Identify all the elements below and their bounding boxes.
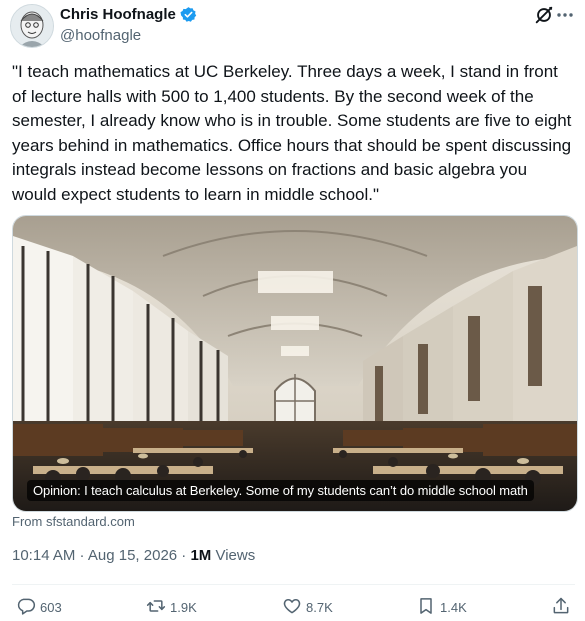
- views-count: 1M: [190, 547, 212, 564]
- bookmark-count: 1.4K: [440, 600, 467, 615]
- share-icon: [551, 596, 571, 619]
- tweet-text: "I teach mathematics at UC Berkeley. Thr…: [12, 62, 572, 204]
- like-icon: [282, 596, 302, 619]
- bookmark-icon: [416, 596, 436, 619]
- repost-count: 1.9K: [170, 600, 197, 615]
- avatar[interactable]: [10, 4, 54, 48]
- views-label: Views: [211, 547, 256, 564]
- tweet-header: Chris Hoofnagle @hoofnagle: [10, 4, 575, 50]
- grok-icon[interactable]: [533, 4, 555, 26]
- link-card-caption[interactable]: Opinion: I teach calculus at Berkeley. S…: [27, 480, 534, 501]
- action-bar: 603 1.9K 8.7K 1.4K: [12, 596, 575, 620]
- library-hall-photo: [13, 216, 577, 511]
- repost-icon: [146, 596, 166, 619]
- tweet-meta: 10:14 AM · Aug 15, 2026 · 1M Views: [12, 547, 255, 564]
- author-display-name[interactable]: Chris Hoofnagle: [60, 6, 176, 23]
- divider: [12, 584, 575, 585]
- author-name-row: Chris Hoofnagle: [60, 6, 197, 23]
- verified-badge-icon: [180, 6, 197, 23]
- link-card-image[interactable]: Opinion: I teach calculus at Berkeley. S…: [12, 215, 578, 512]
- reply-button[interactable]: 603: [16, 596, 62, 619]
- timestamp[interactable]: 10:14 AM · Aug 15, 2026 ·: [12, 547, 190, 564]
- bookmark-button[interactable]: 1.4K: [416, 596, 467, 619]
- author-handle[interactable]: @hoofnagle: [60, 27, 141, 44]
- share-button[interactable]: [551, 596, 571, 619]
- reply-count: 603: [40, 600, 62, 615]
- repost-button[interactable]: 1.9K: [146, 596, 197, 619]
- like-count: 8.7K: [306, 600, 333, 615]
- reply-icon: [16, 596, 36, 619]
- like-button[interactable]: 8.7K: [282, 596, 333, 619]
- link-source[interactable]: From sfstandard.com: [12, 514, 135, 529]
- more-icon[interactable]: [555, 4, 575, 26]
